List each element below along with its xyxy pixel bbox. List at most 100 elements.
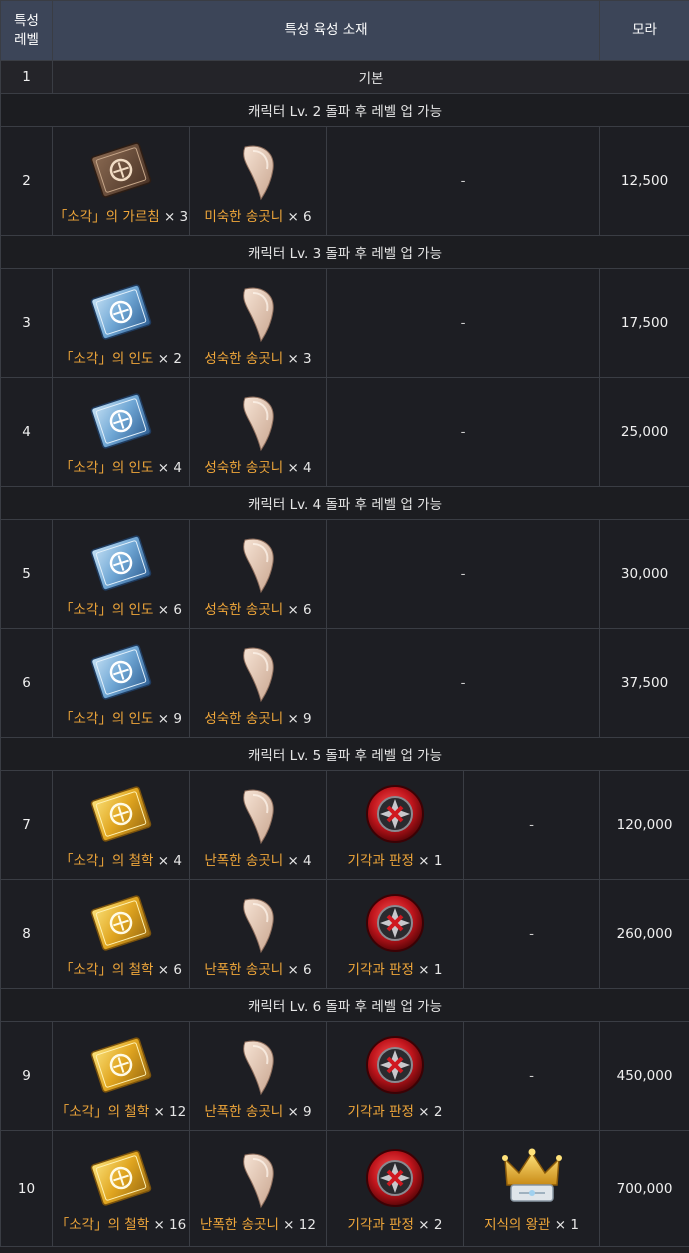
material-cell[interactable]: 성숙한 송곳니 × 3 xyxy=(189,268,327,378)
material-label: 「소각」의 철학 × 12 xyxy=(56,1100,186,1120)
material-cell[interactable]: 난폭한 송곳니 × 6 xyxy=(189,879,327,989)
talent-level: 1 xyxy=(0,60,53,94)
mora-cost: 17,500 xyxy=(599,268,689,378)
guide-book-icon xyxy=(86,637,156,707)
mora-cost: 25,000 xyxy=(599,377,689,487)
material-cell[interactable]: 기각과 판정 × 1 xyxy=(326,770,464,880)
empty-material-cell: - xyxy=(325,268,601,378)
material-label: 「소각」의 인도 × 6 xyxy=(60,598,182,618)
material-quantity: × 12 xyxy=(283,1216,316,1233)
material-label: 난폭한 송곳니 × 4 xyxy=(204,849,311,869)
material-name: 성숙한 송곳니 xyxy=(204,460,284,476)
material-quantity: × 12 xyxy=(153,1104,187,1120)
material-name: 기각과 판정 xyxy=(347,853,414,869)
material-label: 성숙한 송곳니 × 4 xyxy=(204,456,311,476)
material-cell[interactable]: 난폭한 송곳니 × 9 xyxy=(189,1021,327,1131)
material-label: 「소각」의 인도 × 2 xyxy=(60,347,182,367)
material-cell[interactable]: 「소각」의 철학 × 4 xyxy=(52,770,190,880)
material-cell[interactable]: 기각과 판정 × 2 xyxy=(326,1130,464,1247)
material-cell[interactable]: 「소각」의 인도 × 9 xyxy=(52,628,190,738)
material-quantity: × 4 xyxy=(157,853,182,869)
talent-row: 7 「소각」의 철학 × 4 난폭한 송곳니 × 4 기각과 판정 × 1-120,0… xyxy=(0,770,689,880)
talent-level: 10 xyxy=(0,1130,53,1247)
material-name: 기각과 판정 xyxy=(347,962,414,978)
empty-material-cell: - xyxy=(325,628,601,738)
material-name: 「소각」의 철학 xyxy=(60,853,154,869)
tooth-icon xyxy=(223,1030,293,1100)
material-name: 난폭한 송곳니 xyxy=(204,1104,284,1120)
material-cell[interactable]: 난폭한 송곳니 × 12 xyxy=(189,1130,327,1247)
material-quantity: × 2 xyxy=(157,351,182,367)
material-name: 난폭한 송곳니 xyxy=(204,853,284,869)
material-cell[interactable]: 미숙한 송곳니 × 6 xyxy=(189,126,327,236)
guide-book-icon xyxy=(86,277,156,347)
material-quantity: × 16 xyxy=(153,1216,187,1233)
material-quantity: × 1 xyxy=(554,1216,579,1233)
tooth-icon xyxy=(223,1143,293,1213)
header-row: 특성 레벨 특성 육성 소재 모라 xyxy=(0,0,689,61)
mora-column-header: 모라 xyxy=(599,0,689,61)
material-label: 「소각」의 철학 × 16 xyxy=(56,1213,186,1233)
material-cell[interactable]: 기각과 판정 × 1 xyxy=(326,879,464,989)
material-cell[interactable]: 「소각」의 가르침 × 3 xyxy=(52,126,190,236)
material-quantity: × 1 xyxy=(418,853,443,869)
material-name: 성숙한 송곳니 xyxy=(204,711,284,727)
mora-cost: 30,000 xyxy=(599,519,689,629)
tooth-icon xyxy=(223,528,293,598)
material-label: 기각과 판정 × 2 xyxy=(348,1213,443,1233)
tooth-icon xyxy=(223,135,293,205)
material-name: 미숙한 송곳니 xyxy=(204,209,284,225)
material-cell[interactable]: 성숙한 송곳니 × 6 xyxy=(189,519,327,629)
material-cell[interactable]: 「소각」의 인도 × 2 xyxy=(52,268,190,378)
material-quantity: × 4 xyxy=(287,853,312,869)
material-label: 「소각」의 인도 × 9 xyxy=(60,707,182,727)
mora-cost: 450,000 xyxy=(599,1021,689,1131)
material-name: 「소각」의 인도 xyxy=(60,711,154,727)
material-cell[interactable]: 「소각」의 철학 × 6 xyxy=(52,879,190,989)
talent-row: 6 「소각」의 인도 × 9 성숙한 송곳니 × 9-37,500 xyxy=(0,628,689,738)
material-label: 「소각」의 인도 × 4 xyxy=(60,456,182,476)
talent-row: 9 「소각」의 철학 × 12 난폭한 송곳니 × 9 기각과 판정 × 2-450,… xyxy=(0,1021,689,1131)
material-label: 성숙한 송곳니 × 6 xyxy=(204,598,311,618)
material-quantity: × 6 xyxy=(157,602,182,618)
mora-cost: 12,500 xyxy=(599,126,689,236)
materials-column-header: 특성 육성 소재 xyxy=(51,0,601,61)
material-cell[interactable]: 성숙한 송곳니 × 9 xyxy=(189,628,327,738)
material-cell[interactable]: 「소각」의 철학 × 16 xyxy=(52,1130,190,1247)
material-cell[interactable]: 「소각」의 철학 × 12 xyxy=(52,1021,190,1131)
mora-cost: 260,000 xyxy=(599,879,689,989)
material-cell[interactable]: 「소각」의 인도 × 4 xyxy=(52,377,190,487)
talent-material-table: 특성 레벨 특성 육성 소재 모라 1 기본 캐릭터 Lv. 2 돌파 후 레벨 업… xyxy=(0,0,689,1247)
material-label: 난폭한 송곳니 × 6 xyxy=(204,958,311,978)
teachings-book-icon xyxy=(86,135,156,205)
talent-row: 8 「소각」의 철학 × 6 난폭한 송곳니 × 6 기각과 판정 × 1-260,0… xyxy=(0,879,689,989)
empty-material-cell: - xyxy=(325,126,601,236)
material-name: 「소각」의 인도 xyxy=(60,460,154,476)
material-cell[interactable]: 성숙한 송곳니 × 4 xyxy=(189,377,327,487)
empty-material-cell: - xyxy=(325,519,601,629)
ascension-requirement-text: 캐릭터 Lv. 5 돌파 후 레벨 업 가능 xyxy=(0,737,689,771)
material-name: 「소각」의 철학 xyxy=(55,1104,150,1120)
mora-cost: 120,000 xyxy=(599,770,689,880)
talent-level: 4 xyxy=(0,377,53,487)
ascension-requirement-text: 캐릭터 Lv. 4 돌파 후 레벨 업 가능 xyxy=(0,486,689,520)
material-cell[interactable]: 지식의 왕관 × 1 xyxy=(462,1130,601,1247)
empty-material-cell: - xyxy=(462,879,601,989)
tooth-icon xyxy=(223,888,293,958)
level-column-header: 특성 레벨 xyxy=(0,0,53,61)
material-cell[interactable]: 난폭한 송곳니 × 4 xyxy=(189,770,327,880)
ascension-requirement-text: 캐릭터 Lv. 3 돌파 후 레벨 업 가능 xyxy=(0,235,689,269)
philosophy-book-icon xyxy=(86,779,156,849)
material-label: 기각과 판정 × 2 xyxy=(348,1100,443,1120)
guide-book-icon xyxy=(86,528,156,598)
material-cell[interactable]: 기각과 판정 × 2 xyxy=(326,1021,464,1131)
talent-row: 3 「소각」의 인도 × 2 성숙한 송곳니 × 3-17,500 xyxy=(0,268,689,378)
ascension-requirement-row: 캐릭터 Lv. 5 돌파 후 레벨 업 가능 xyxy=(0,737,689,771)
material-name: 기각과 판정 xyxy=(347,1104,414,1120)
material-quantity: × 6 xyxy=(287,209,312,225)
material-label: 난폭한 송곳니 × 12 xyxy=(200,1213,316,1233)
material-quantity: × 4 xyxy=(287,460,312,476)
material-cell[interactable]: 「소각」의 인도 × 6 xyxy=(52,519,190,629)
material-label: 미숙한 송곳니 × 6 xyxy=(204,205,311,225)
material-name: 「소각」의 철학 xyxy=(60,962,154,978)
